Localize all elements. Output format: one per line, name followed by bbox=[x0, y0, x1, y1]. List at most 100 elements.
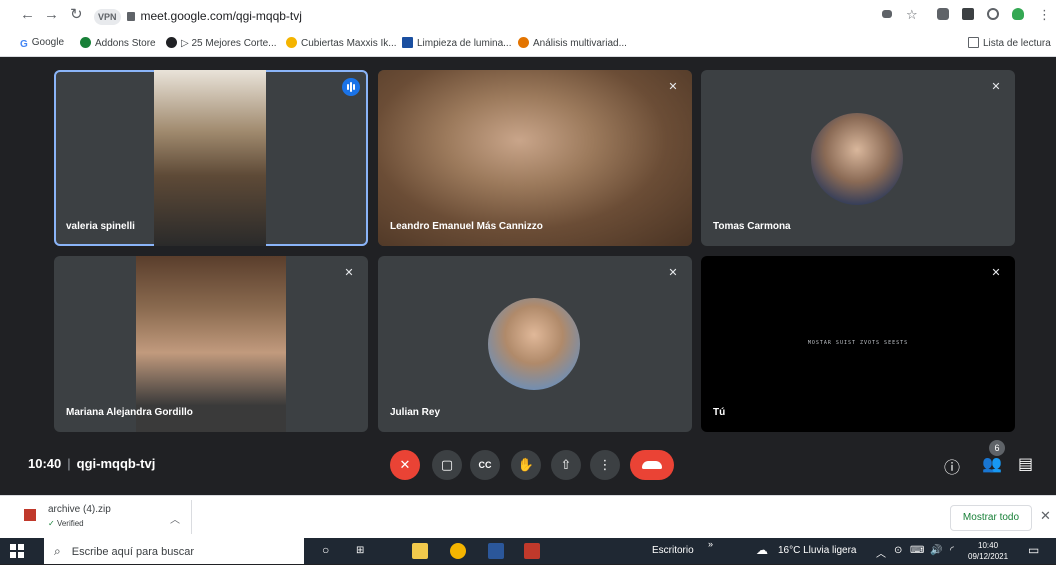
mic-off-icon: ✕ bbox=[668, 81, 678, 93]
raise-hand-button[interactable]: ✋ bbox=[511, 450, 541, 480]
windows-taskbar: ⌕ Escribe aquí para buscar ○ ⊞ Escritori… bbox=[0, 538, 1056, 564]
folder-icon bbox=[402, 37, 413, 48]
more-options-button[interactable]: ⋮ bbox=[590, 450, 620, 480]
meeting-controls: 10:40 | qgi-mqqb-tvj ✕ ▢ CC ✋ ⇧ ⋮ ⓘ 6 👥 ▤ bbox=[0, 436, 1056, 492]
search-icon: ⌕ bbox=[54, 544, 61, 558]
participant-name: Tú bbox=[713, 407, 726, 418]
mic-off-button[interactable]: ✕ bbox=[390, 450, 420, 480]
chart-icon bbox=[518, 37, 529, 48]
address-bar[interactable]: VPN meet.google.com/qgi-mqqb-tvj bbox=[94, 6, 854, 26]
star-icon[interactable]: ☆ bbox=[906, 6, 918, 24]
participant-name: Mariana Alejandra Gordillo bbox=[66, 407, 193, 418]
vpn-shield-icon[interactable] bbox=[1012, 8, 1024, 20]
divider bbox=[191, 500, 192, 534]
avatar bbox=[488, 298, 580, 390]
browser-icon[interactable] bbox=[450, 543, 466, 559]
bookmark-google[interactable]: G Google bbox=[20, 37, 64, 50]
word-icon[interactable] bbox=[488, 543, 504, 559]
clock-date: 09/12/2021 bbox=[968, 552, 1009, 561]
meeting-code: qgi-mqqb-tvj bbox=[76, 456, 156, 471]
downloads-bar: archive (4).zip ✓ Verified ︿ Mostrar tod… bbox=[0, 495, 1056, 538]
camera-indicator-icon[interactable] bbox=[882, 10, 892, 18]
participant-name: Leandro Emanuel Más Cannizzo bbox=[390, 221, 543, 232]
participant-tile[interactable]: ✕ Mariana Alejandra Gordillo bbox=[54, 256, 368, 432]
present-button[interactable]: ⇧ bbox=[551, 450, 581, 480]
extension-shield-icon[interactable] bbox=[937, 8, 949, 20]
menu-kebab-icon[interactable]: ⋮ bbox=[1038, 6, 1051, 24]
m-icon bbox=[166, 37, 177, 48]
reading-list-icon bbox=[968, 37, 979, 48]
download-status: ✓ Verified bbox=[48, 519, 84, 528]
search-placeholder: Escribe aquí para buscar bbox=[71, 546, 195, 558]
file-explorer-icon[interactable] bbox=[412, 543, 428, 559]
meeting-details-icon[interactable]: ⓘ bbox=[944, 454, 960, 478]
divider: | bbox=[67, 456, 71, 471]
cortana-icon[interactable]: ○ bbox=[322, 543, 329, 557]
extensions-puzzle-icon[interactable] bbox=[962, 8, 974, 20]
show-all-downloads-button[interactable]: Mostrar todo bbox=[950, 505, 1032, 531]
windows-start-icon[interactable] bbox=[10, 544, 24, 558]
mic-off-icon: ✕ bbox=[991, 81, 1001, 93]
lock-icon[interactable] bbox=[126, 12, 135, 22]
vpn-badge[interactable]: VPN bbox=[94, 8, 121, 25]
chevron-up-icon[interactable]: ︿ bbox=[170, 511, 180, 526]
winrar-icon[interactable] bbox=[524, 543, 540, 559]
participant-video bbox=[378, 70, 692, 246]
participant-tile[interactable]: ✕ Tomas Carmona bbox=[701, 70, 1015, 246]
participant-tile[interactable]: valeria spinelli bbox=[54, 70, 368, 246]
leave-call-button[interactable] bbox=[630, 450, 674, 480]
participant-name: Julian Rey bbox=[390, 407, 441, 418]
participant-video bbox=[136, 256, 286, 432]
mic-off-icon: ✕ bbox=[991, 267, 1001, 279]
download-item[interactable]: archive (4).zip ✓ Verified ︿ bbox=[20, 502, 190, 532]
forward-icon[interactable]: → bbox=[44, 6, 59, 24]
google-icon: G bbox=[20, 39, 28, 50]
taskbar-search-input[interactable]: ⌕ Escribe aquí para buscar bbox=[44, 538, 304, 564]
captions-button[interactable]: CC bbox=[470, 450, 500, 480]
maxxis-icon bbox=[286, 37, 297, 48]
desktop-toolbar[interactable]: Escritorio bbox=[652, 545, 694, 556]
self-view-tile[interactable]: MOSTAR SUIST ZVOTS SEESTS ✕ Tú bbox=[701, 256, 1015, 432]
network-icon[interactable]: ⊙ bbox=[894, 545, 902, 556]
wifi-icon[interactable]: ◜ bbox=[950, 545, 954, 556]
camera-button[interactable]: ▢ bbox=[432, 450, 462, 480]
participant-tile[interactable]: ✕ Julian Rey bbox=[378, 256, 692, 432]
close-icon[interactable]: ✕ bbox=[1040, 508, 1051, 524]
bookmarks-bar: G Google Addons Store ▷ 25 Mejores Corte.… bbox=[0, 30, 1056, 57]
back-icon[interactable]: ← bbox=[20, 6, 35, 24]
browser-toolbar: ← → ↻ VPN meet.google.com/qgi-mqqb-tvj ☆ … bbox=[0, 0, 1056, 30]
system-clock[interactable]: 10:40 09/12/2021 bbox=[968, 540, 1008, 562]
weather-icon[interactable]: ☁ bbox=[756, 543, 768, 557]
bookmark-analisis[interactable]: Análisis multivariad... bbox=[518, 37, 627, 49]
reading-list[interactable]: Lista de lectura bbox=[968, 37, 1051, 49]
speaking-indicator-icon bbox=[342, 78, 360, 96]
url-text[interactable]: meet.google.com/qgi-mqqb-tvj bbox=[141, 9, 302, 23]
participant-name: Tomas Carmona bbox=[713, 221, 791, 232]
volume-icon[interactable]: 🔊 bbox=[930, 545, 942, 556]
toolbar-expand-icon[interactable]: » bbox=[708, 539, 713, 549]
notifications-icon[interactable]: ▭ bbox=[1028, 543, 1039, 557]
self-view-text: MOSTAR SUIST ZVOTS SEESTS bbox=[807, 340, 909, 346]
meeting-info: 10:40 | qgi-mqqb-tvj bbox=[28, 456, 155, 471]
meet-stage: valeria spinelli ✕ Leandro Emanuel Más C… bbox=[0, 57, 1056, 493]
profile-icon[interactable] bbox=[987, 8, 999, 20]
people-icon[interactable]: 👥 bbox=[982, 454, 1002, 474]
bookmark-limpieza[interactable]: Limpieza de lumina... bbox=[402, 37, 512, 49]
bookmark-cubiertas[interactable]: Cubiertas Maxxis Ik... bbox=[286, 37, 397, 49]
mic-off-icon: ✕ bbox=[668, 267, 678, 279]
task-view-icon[interactable]: ⊞ bbox=[356, 545, 364, 556]
meeting-time: 10:40 bbox=[28, 456, 62, 471]
reload-icon[interactable]: ↻ bbox=[70, 6, 83, 24]
weather-text[interactable]: 16°C Lluvia ligera bbox=[778, 545, 857, 556]
avatar bbox=[811, 113, 903, 205]
download-file-name: archive (4).zip bbox=[48, 504, 111, 515]
show-hidden-icons-icon[interactable]: ︿ bbox=[876, 545, 886, 560]
participant-video bbox=[154, 70, 266, 246]
clock-time: 10:40 bbox=[978, 541, 999, 550]
bookmark-mejores-corte[interactable]: ▷ 25 Mejores Corte... bbox=[166, 37, 277, 49]
chat-icon[interactable]: ▤ bbox=[1018, 454, 1033, 474]
participant-name: valeria spinelli bbox=[66, 221, 135, 232]
bookmark-addons-store[interactable]: Addons Store bbox=[80, 37, 156, 49]
participant-tile[interactable]: ✕ Leandro Emanuel Más Cannizzo bbox=[378, 70, 692, 246]
input-language-icon[interactable]: ⌨ bbox=[910, 545, 924, 556]
